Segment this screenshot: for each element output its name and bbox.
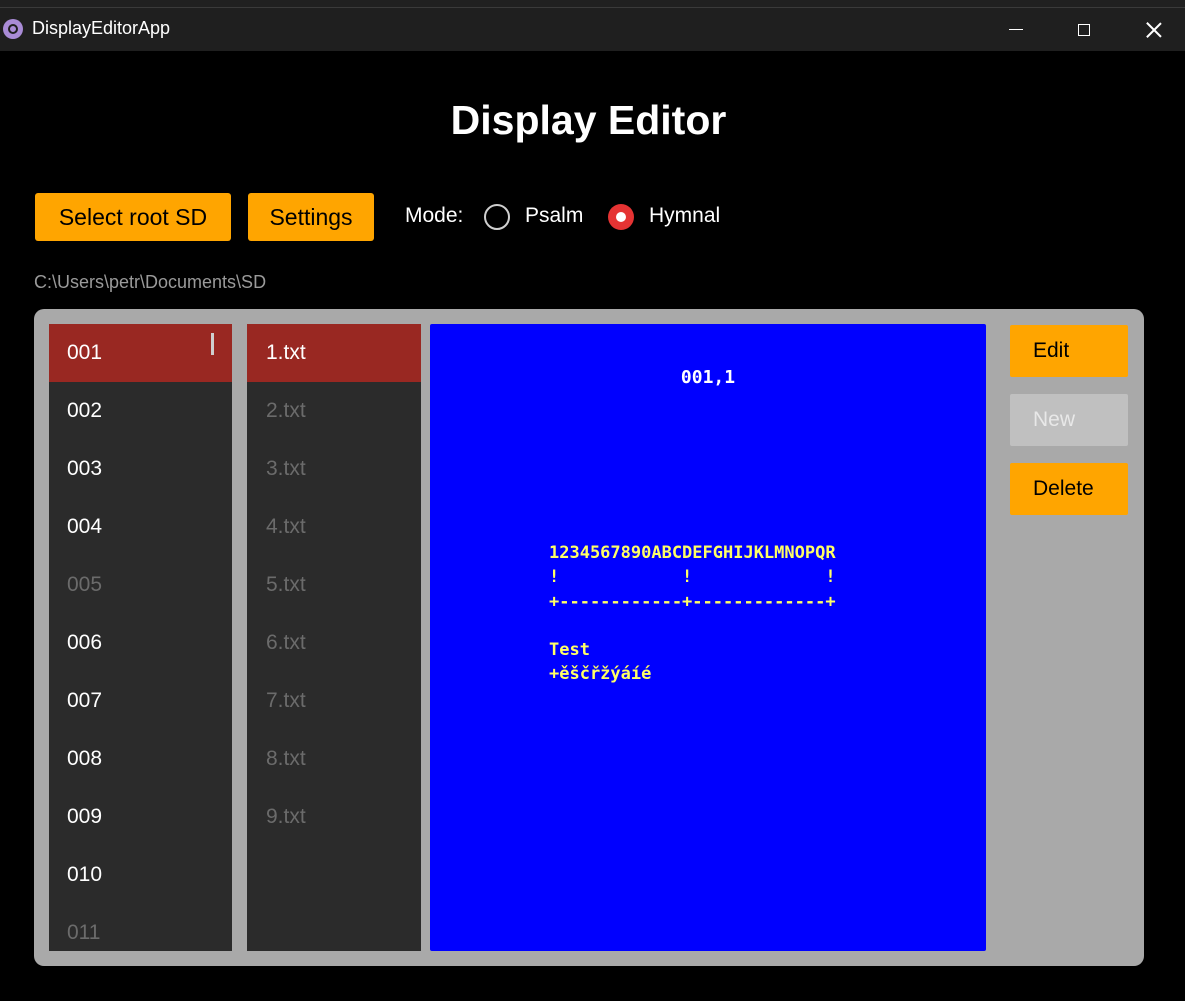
folder-list-item[interactable]: 004 (49, 498, 232, 556)
file-list-item[interactable]: 1.txt (247, 324, 421, 382)
main-panel: 001 002 003 004 005 006 007 008 009 010 011 1.txt 2… (34, 309, 1144, 966)
folder-list-item[interactable]: 011 (49, 904, 232, 951)
app-icon (3, 19, 23, 39)
display-line: +------------+-------------+ (549, 591, 836, 612)
file-list-item[interactable]: 5.txt (247, 556, 421, 614)
folder-list-item[interactable]: 005 (49, 556, 232, 614)
folder-list[interactable]: 001 002 003 004 005 006 007 008 009 010 011 (49, 324, 232, 951)
app-window: DisplayEditorApp Display Editor Select r… (0, 0, 1185, 1001)
display-line: ! ! ! (549, 567, 836, 588)
title-bar[interactable]: DisplayEditorApp (0, 8, 1185, 51)
file-list-item[interactable]: 7.txt (247, 672, 421, 730)
maximize-icon (1078, 23, 1090, 36)
folder-list-item[interactable]: 002 (49, 382, 232, 440)
file-list-item[interactable]: 2.txt (247, 382, 421, 440)
window-title: DisplayEditorApp (32, 18, 171, 38)
file-list-item[interactable]: 3.txt (247, 440, 421, 498)
settings-button[interactable]: Settings (248, 193, 374, 241)
display-line: +ěščřžýáíé (549, 664, 652, 685)
folder-list-item[interactable]: 008 (49, 730, 232, 788)
display-preview: 001,1 1234567890ABCDEFGHIJKLMNOPQR ! ! !… (430, 324, 986, 951)
minimize-icon (1009, 29, 1023, 30)
mode-radio-hymnal[interactable] (608, 204, 634, 230)
close-icon (1146, 22, 1162, 38)
taskbar-strip (0, 0, 1185, 8)
maximize-button[interactable] (1049, 8, 1119, 51)
minimize-button[interactable] (981, 8, 1051, 51)
delete-button[interactable]: Delete (1010, 463, 1128, 515)
select-root-button[interactable]: Select root SD (35, 193, 231, 241)
folder-list-item[interactable]: 001 (49, 324, 232, 382)
folder-list-item[interactable]: 007 (49, 672, 232, 730)
mode-radio-psalm[interactable] (484, 204, 510, 230)
root-path: C:\Users\petr\Documents\SD (34, 272, 267, 292)
file-list-item[interactable]: 4.txt (247, 498, 421, 556)
file-list[interactable]: 1.txt 2.txt 3.txt 4.txt 5.txt 6.txt 7.txt 8.txt… (247, 324, 421, 951)
close-button[interactable] (1119, 8, 1185, 51)
new-button[interactable]: New (1010, 394, 1128, 446)
display-line: 1234567890ABCDEFGHIJKLMNOPQR (549, 543, 836, 563)
file-list-item[interactable]: 6.txt (247, 614, 421, 672)
display-header: 001,1 (680, 367, 736, 388)
folder-list-item[interactable]: 010 (49, 846, 232, 904)
folder-list-item[interactable]: 009 (49, 788, 232, 846)
display-text: 1234567890ABCDEFGHIJKLMNOPQR ! ! ! +----… (549, 541, 836, 687)
file-list-item[interactable]: 8.txt (247, 730, 421, 788)
folder-list-item[interactable]: 003 (49, 440, 232, 498)
page-title: Display Editor (450, 97, 727, 143)
file-list-item[interactable]: 9.txt (247, 788, 421, 846)
edit-button[interactable]: Edit (1010, 325, 1128, 377)
display-line: Test (549, 640, 590, 661)
folder-list-item[interactable]: 006 (49, 614, 232, 672)
folder-list-scrollbar[interactable] (211, 333, 214, 355)
mode-radio-psalm-label[interactable]: Psalm (525, 204, 583, 228)
mode-radio-hymnal-label[interactable]: Hymnal (649, 204, 720, 228)
mode-label: Mode: (405, 204, 464, 227)
